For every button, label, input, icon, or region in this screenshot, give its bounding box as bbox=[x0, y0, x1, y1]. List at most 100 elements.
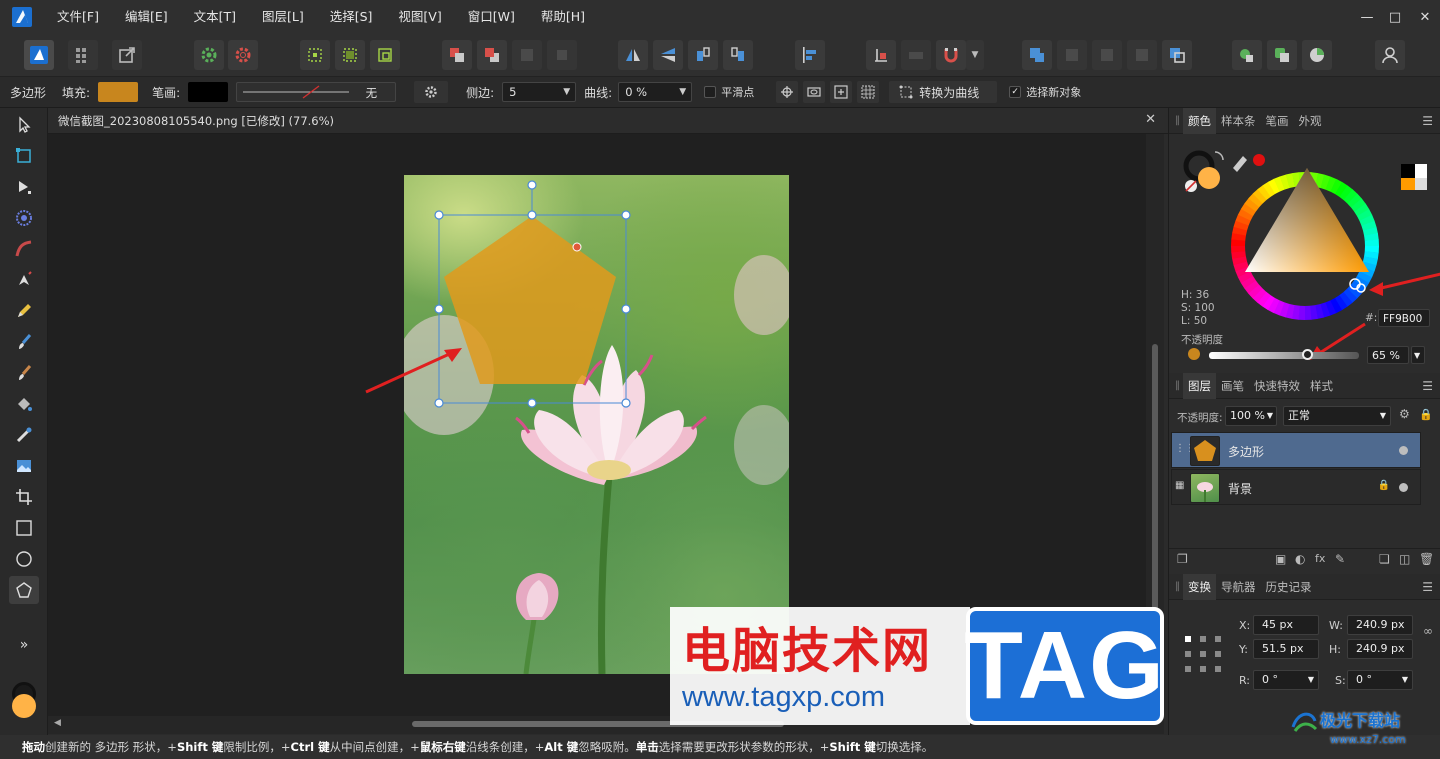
tab-styles[interactable]: 样式 bbox=[1305, 373, 1338, 399]
fill-color-swatch[interactable] bbox=[98, 82, 139, 102]
menu-view[interactable]: 视图[V] bbox=[385, 0, 454, 34]
lock-icon[interactable]: 🔒 bbox=[1378, 480, 1390, 491]
hamburger-menu-icon[interactable]: ☰ bbox=[1422, 580, 1433, 594]
opacity-slider[interactable] bbox=[1209, 349, 1359, 360]
align-button[interactable] bbox=[795, 40, 825, 70]
transform-origin-button[interactable] bbox=[300, 40, 330, 70]
fit-height-button[interactable] bbox=[830, 81, 853, 103]
rotate-right-button[interactable] bbox=[723, 40, 753, 70]
brush-layer-icon[interactable]: ✎ bbox=[1335, 552, 1345, 566]
arrange-back-button[interactable] bbox=[442, 40, 472, 70]
flip-horizontal-button[interactable] bbox=[618, 40, 648, 70]
geometry-button[interactable] bbox=[1232, 40, 1262, 70]
tab-history[interactable]: 历史记录 bbox=[1261, 574, 1317, 600]
select-box-button[interactable] bbox=[335, 40, 365, 70]
select-move-button[interactable] bbox=[370, 40, 400, 70]
add-layer-icon[interactable]: ❏ bbox=[1379, 552, 1390, 566]
y-input[interactable]: 51.5 px bbox=[1253, 639, 1319, 659]
layer-settings-icon[interactable]: ⚙ bbox=[1399, 407, 1410, 421]
panel-grip-icon[interactable]: ‖ bbox=[1175, 380, 1183, 391]
snapping-magnet-button[interactable] bbox=[936, 40, 966, 70]
rotation-input[interactable]: 0 ° ▼ bbox=[1253, 670, 1319, 690]
layer-options-icon[interactable]: ❐ bbox=[1177, 552, 1188, 566]
rectangle-tool[interactable] bbox=[9, 514, 39, 542]
tab-navigator[interactable]: 导航器 bbox=[1216, 574, 1261, 600]
scroll-left-icon[interactable]: ◀ bbox=[54, 718, 61, 728]
arrange-forward-button[interactable] bbox=[512, 40, 542, 70]
arrange-front-button[interactable] bbox=[547, 40, 577, 70]
document-tab[interactable]: 微信截图_20230808105540.png [已修改] (77.6%) ✕ bbox=[48, 108, 1168, 134]
geometry-3-button[interactable] bbox=[1302, 40, 1332, 70]
close-window-button[interactable]: ✕ bbox=[1410, 0, 1440, 34]
move-tool[interactable] bbox=[9, 111, 39, 139]
flip-vertical-button[interactable] bbox=[653, 40, 683, 70]
boolean-subtract-button[interactable] bbox=[1057, 40, 1087, 70]
close-document-icon[interactable]: ✕ bbox=[1145, 112, 1156, 127]
designer-persona-button[interactable] bbox=[24, 40, 54, 70]
export-persona-button[interactable] bbox=[112, 40, 142, 70]
menu-select[interactable]: 选择[S] bbox=[317, 0, 386, 34]
pencil-tool[interactable] bbox=[9, 297, 39, 325]
x-input[interactable]: 45 px bbox=[1253, 615, 1319, 635]
paint-brush-tool[interactable] bbox=[9, 359, 39, 387]
place-image-tool[interactable] bbox=[9, 452, 39, 480]
menu-help[interactable]: 帮助[H] bbox=[528, 0, 598, 34]
grid-button[interactable] bbox=[857, 81, 880, 103]
panel-grip-icon[interactable]: ‖ bbox=[1175, 115, 1183, 126]
insert-behind-button[interactable] bbox=[901, 40, 931, 70]
delete-layer-icon[interactable]: 🗑 bbox=[1419, 552, 1434, 566]
visibility-dot-icon[interactable] bbox=[1399, 483, 1408, 492]
sides-input[interactable]: 5 ▼ bbox=[502, 82, 577, 102]
tab-appearance[interactable]: 外观 bbox=[1294, 108, 1327, 134]
tab-color[interactable]: 颜色 bbox=[1183, 107, 1216, 134]
transparency-tool[interactable] bbox=[9, 421, 39, 449]
hamburger-menu-icon[interactable]: ☰ bbox=[1422, 379, 1433, 393]
w-input[interactable]: 240.9 px bbox=[1347, 615, 1413, 635]
arrange-backward-button[interactable] bbox=[477, 40, 507, 70]
minimize-button[interactable]: — bbox=[1352, 0, 1382, 34]
tab-fx[interactable]: 快速特效 bbox=[1249, 373, 1305, 399]
h-input[interactable]: 240.9 px bbox=[1347, 639, 1413, 659]
boolean-intersect-button[interactable] bbox=[1092, 40, 1122, 70]
fill-color-well[interactable] bbox=[12, 694, 36, 718]
center-button[interactable] bbox=[776, 81, 799, 103]
panel-grip-icon[interactable]: ‖ bbox=[1175, 581, 1183, 592]
tab-transform[interactable]: 变换 bbox=[1183, 573, 1216, 600]
shear-input[interactable]: 0 ° ▼ bbox=[1347, 670, 1413, 690]
vector-brush-tool[interactable] bbox=[9, 328, 39, 356]
stroke-style-select[interactable]: 无 bbox=[236, 82, 397, 102]
account-button[interactable] bbox=[1375, 40, 1405, 70]
menu-text[interactable]: 文本[T] bbox=[181, 0, 249, 34]
menu-window[interactable]: 窗口[W] bbox=[455, 0, 528, 34]
layer-row-background[interactable]: ▦ 背景 🔒 bbox=[1171, 469, 1421, 505]
polygon-tool[interactable] bbox=[9, 576, 39, 604]
menu-layer[interactable]: 图层[L] bbox=[249, 0, 317, 34]
maximize-button[interactable]: □ bbox=[1380, 0, 1410, 34]
shape-settings-button[interactable] bbox=[414, 81, 449, 103]
rotate-left-button[interactable] bbox=[688, 40, 718, 70]
fill-tool[interactable] bbox=[9, 390, 39, 418]
crop-tool[interactable] bbox=[9, 483, 39, 511]
boolean-divide-button[interactable] bbox=[1162, 40, 1192, 70]
fit-width-button[interactable] bbox=[803, 81, 826, 103]
ellipse-tool[interactable] bbox=[9, 545, 39, 573]
boolean-xor-button[interactable] bbox=[1127, 40, 1157, 70]
insert-target-button[interactable] bbox=[866, 40, 896, 70]
pen-tool[interactable] bbox=[9, 266, 39, 294]
layer-opacity-input[interactable]: 100 % ▼ bbox=[1225, 406, 1277, 426]
group-layer-icon[interactable]: ◫ bbox=[1399, 552, 1410, 566]
corner-tool[interactable] bbox=[9, 235, 39, 263]
tab-layers[interactable]: 图层 bbox=[1183, 372, 1216, 399]
select-new-object-checkbox[interactable]: ✓ bbox=[1009, 86, 1022, 98]
artboard-tool[interactable] bbox=[9, 142, 39, 170]
menu-edit[interactable]: 编辑[E] bbox=[112, 0, 181, 34]
point-transform-tool[interactable] bbox=[9, 204, 39, 232]
mask-icon[interactable]: ▣ bbox=[1275, 552, 1286, 566]
anchor-grid-icon[interactable] bbox=[1183, 634, 1223, 674]
hamburger-menu-icon[interactable]: ☰ bbox=[1422, 114, 1433, 128]
convert-to-curves-button[interactable]: 转换为曲线 bbox=[889, 81, 998, 103]
tab-swatches[interactable]: 样本条 bbox=[1216, 108, 1261, 134]
geometry-2-button[interactable] bbox=[1267, 40, 1297, 70]
hex-input[interactable]: FF9B00 bbox=[1378, 309, 1430, 327]
curve-input[interactable]: 0 % ▼ bbox=[618, 82, 693, 102]
